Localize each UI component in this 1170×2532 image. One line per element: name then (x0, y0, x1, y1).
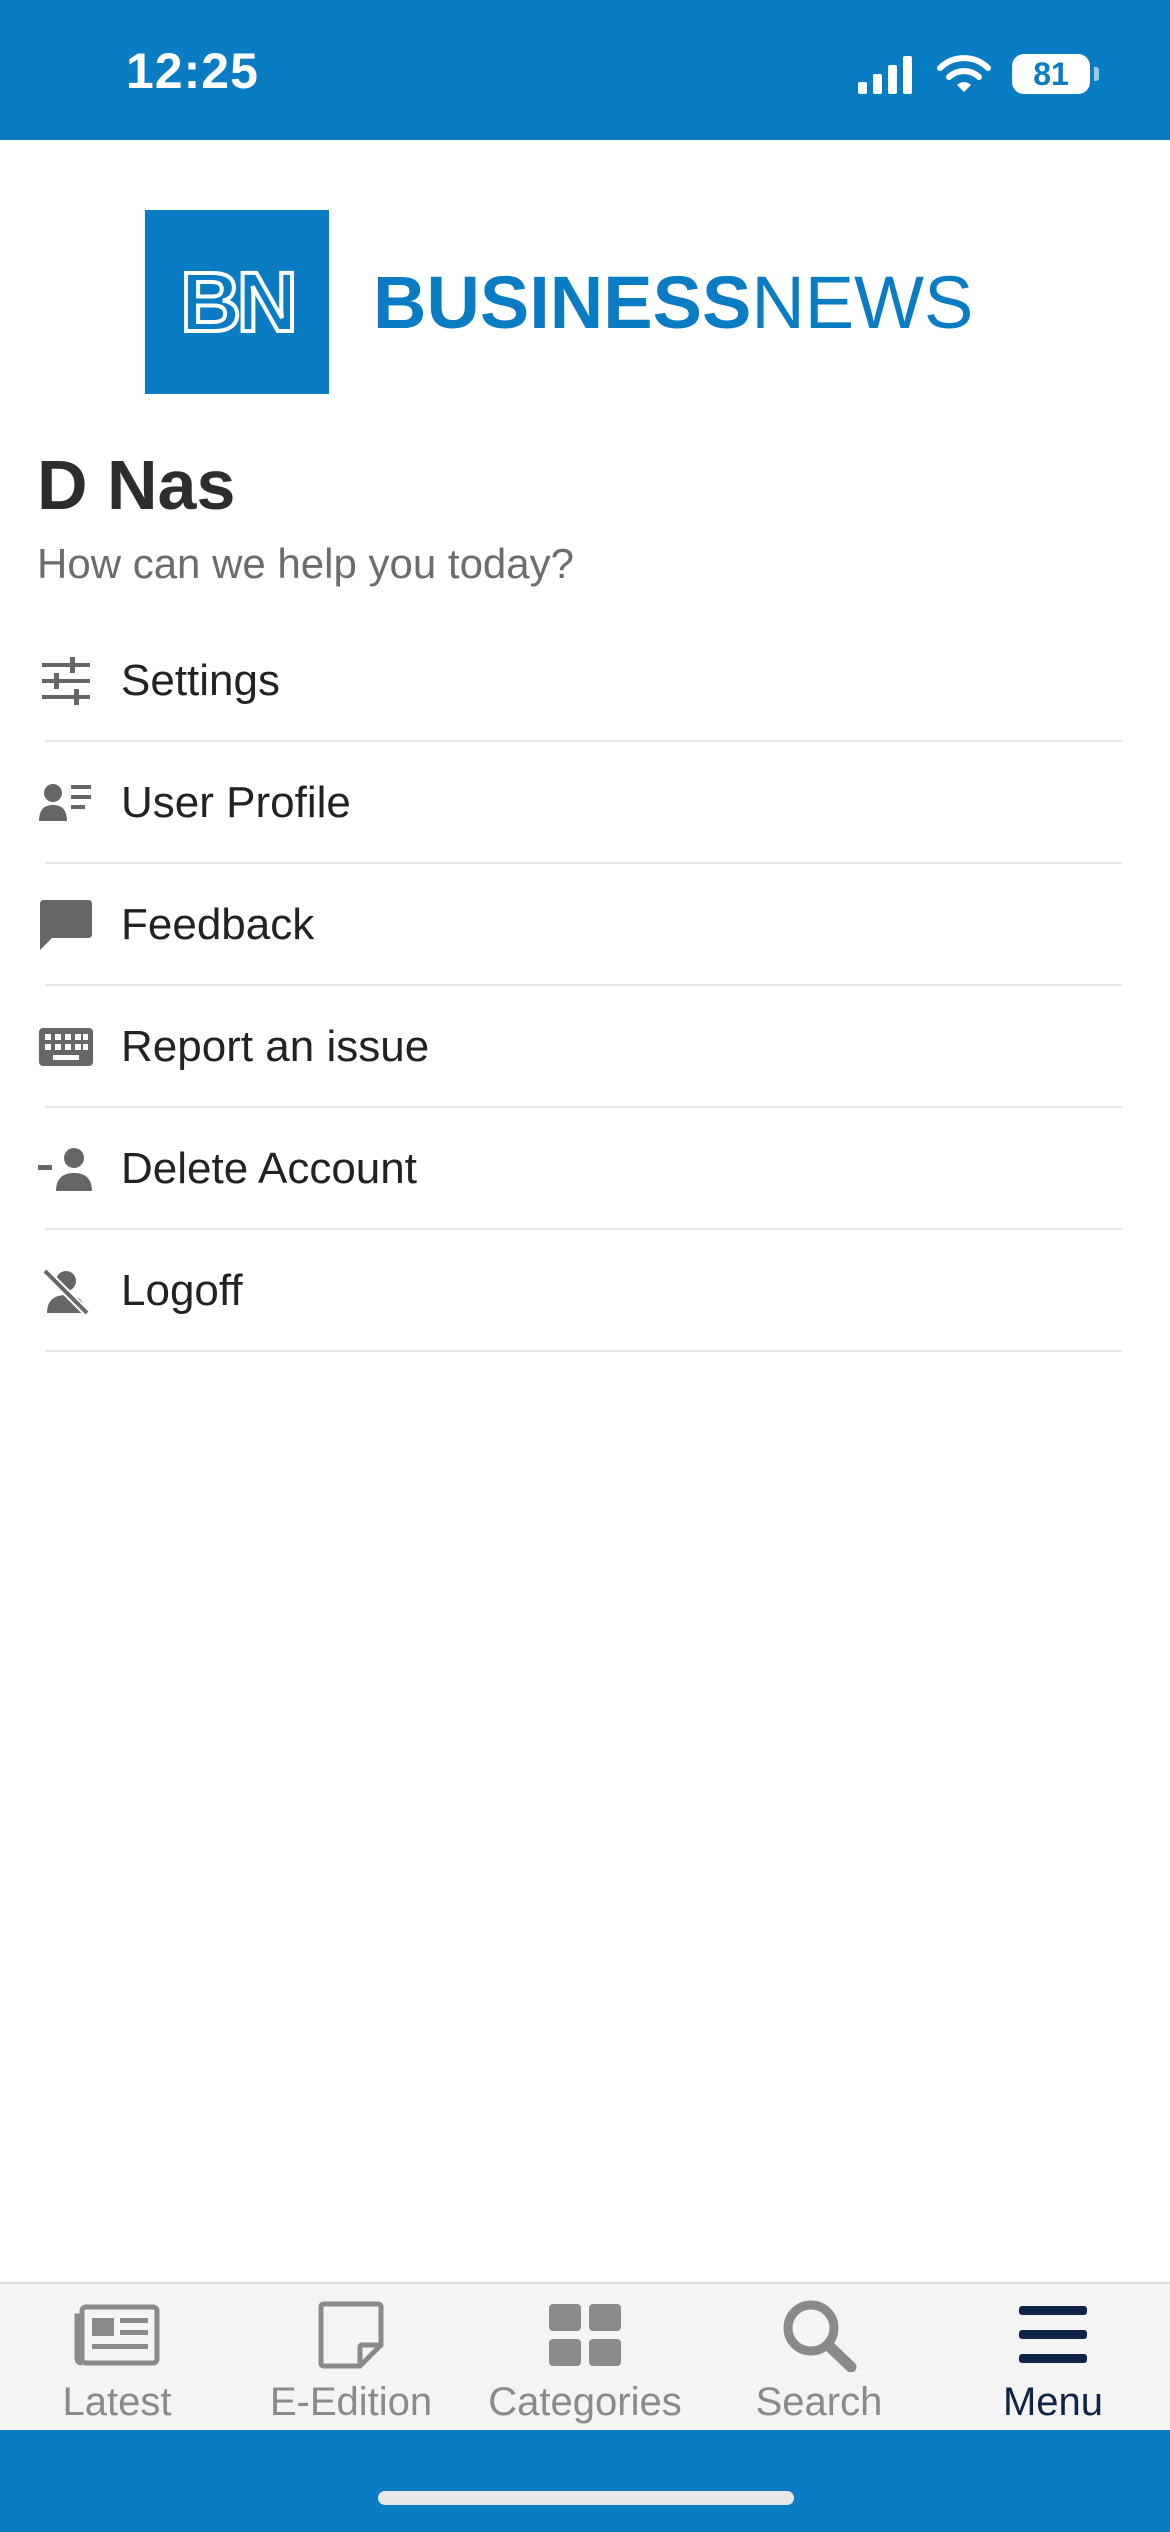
logo-letters: BN (178, 253, 299, 351)
page-icon (306, 2298, 396, 2372)
logo-wordmark: BUSINESSNEWS (373, 260, 973, 345)
menu-item-logoff[interactable]: Logoff (0, 1230, 1170, 1352)
menu-item-label: Delete Account (121, 1144, 417, 1193)
tab-e-edition[interactable]: E-Edition (234, 2284, 468, 2430)
tab-menu[interactable]: Menu (936, 2284, 1170, 2430)
tab-label: Search (755, 2380, 883, 2424)
battery-indicator: 81 (1012, 54, 1099, 94)
menu-item-user-profile[interactable]: User Profile (0, 742, 1170, 864)
menu-item-settings[interactable]: Settings (0, 620, 1170, 742)
hamburger-icon (1008, 2298, 1098, 2372)
status-icons: 81 (856, 54, 1099, 94)
sliders-icon (38, 653, 94, 709)
newspaper-icon (72, 2298, 162, 2372)
signal-icon (858, 56, 912, 94)
logo-mark: BN (145, 210, 329, 394)
menu-item-label: Feedback (121, 900, 315, 949)
person-off-icon (38, 1263, 94, 1319)
menu-item-label: User Profile (121, 778, 351, 827)
user-name: D Nas (37, 446, 236, 524)
bottom-safe-area (0, 2430, 1170, 2532)
status-time: 12:25 (126, 43, 259, 99)
keyboard-icon (38, 1019, 94, 1075)
tab-label: Menu (1002, 2380, 1104, 2424)
user-subtitle: How can we help you today? (37, 540, 574, 587)
status-bar: 12:25 81 (0, 0, 1170, 140)
business-news-logo: BN BUSINESSNEWS (145, 210, 973, 394)
account-menu-list: Settings User Profile Feedback Report an… (0, 620, 1170, 1352)
person-remove-icon (38, 1141, 94, 1197)
tab-label: Latest (62, 2380, 172, 2424)
tab-latest[interactable]: Latest (0, 2284, 234, 2430)
menu-item-delete-account[interactable]: Delete Account (0, 1108, 1170, 1230)
chat-bubble-icon (38, 897, 94, 953)
menu-item-label: Settings (121, 656, 280, 705)
home-indicator[interactable] (378, 2491, 794, 2505)
grid-icon (540, 2298, 630, 2372)
tab-search[interactable]: Search (702, 2284, 936, 2430)
search-icon (774, 2298, 864, 2372)
user-list-icon (38, 775, 94, 831)
tab-label: E-Edition (269, 2380, 433, 2424)
logo-word-light: NEWS (751, 260, 974, 344)
tab-label: Categories (488, 2380, 682, 2424)
bottom-tab-bar: Latest E-Edition Categories Search Menu (0, 2282, 1170, 2430)
menu-item-label: Logoff (121, 1266, 243, 1315)
menu-item-feedback[interactable]: Feedback (0, 864, 1170, 986)
logo-word-bold: BUSINESS (373, 260, 752, 344)
menu-item-label: Report an issue (121, 1022, 430, 1071)
wifi-icon (937, 55, 991, 92)
menu-item-report-issue[interactable]: Report an issue (0, 986, 1170, 1108)
tab-categories[interactable]: Categories (468, 2284, 702, 2430)
